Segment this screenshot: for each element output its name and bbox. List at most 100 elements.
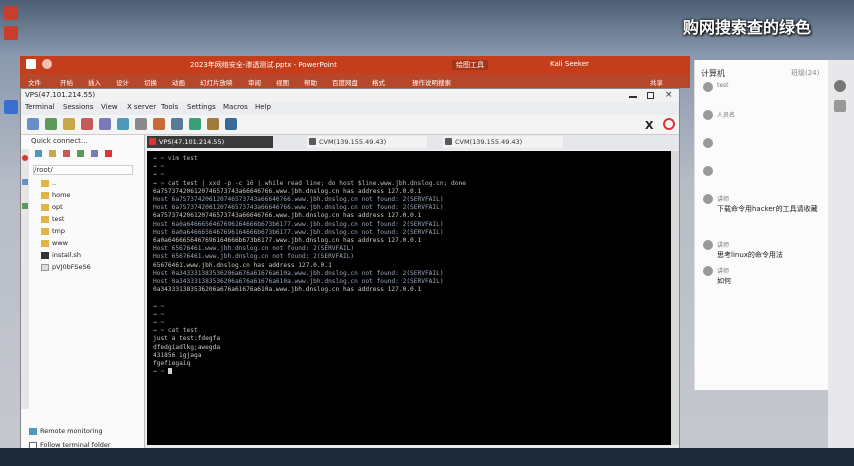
remote-monitoring-toggle[interactable]: Remote monitoring	[29, 427, 141, 438]
xserver-icon[interactable]: X	[645, 119, 653, 132]
file-row[interactable]: install.sh	[41, 251, 141, 262]
file-row[interactable]: opt	[41, 203, 141, 214]
quick-connect-input[interactable]: Quick connect...	[31, 137, 91, 147]
user-name[interactable]: Kali Seeker	[550, 60, 589, 68]
download-icon[interactable]	[63, 150, 70, 157]
menu-transitions[interactable]: 切换	[144, 77, 157, 87]
desktop-app-icon[interactable]	[4, 26, 18, 40]
menu-design[interactable]: 设计	[116, 77, 129, 87]
file-row[interactable]: pVJ0bFSeS6	[41, 263, 141, 274]
terminal-line: 431856 igjaga	[153, 351, 202, 359]
upload-icon[interactable]	[49, 150, 56, 157]
search-box[interactable]: 操作说明搜索	[412, 77, 451, 87]
split-icon[interactable]	[135, 118, 147, 130]
tunneling-icon[interactable]	[171, 118, 183, 130]
minimize-icon[interactable]	[629, 96, 637, 98]
file-row[interactable]: home	[41, 191, 141, 202]
menu-view[interactable]: View	[101, 103, 118, 111]
tab-label: CVM(139.155.49.43)	[319, 138, 387, 146]
file-name: test	[52, 215, 65, 223]
terminal-line: Host 65676461.www.jbh.dnslog.cn not foun…	[153, 253, 355, 261]
settings-icon[interactable]	[834, 100, 846, 112]
session-tabs: VPS(47.101.214.55) CVM(139.155.49.43) CV…	[147, 135, 679, 149]
new-folder-icon[interactable]	[77, 150, 84, 157]
menu-insert[interactable]: 插入	[88, 77, 101, 87]
folder-icon	[41, 179, 49, 187]
help-icon[interactable]	[225, 118, 237, 130]
terminal-icon	[445, 138, 452, 145]
menu-view[interactable]: 视图	[276, 77, 289, 87]
sftp-sidebar: Quick connect... /root/ .. home opt test…	[21, 135, 145, 461]
menu-slideshow[interactable]: 幻灯片放映	[200, 77, 233, 87]
folder-icon	[41, 239, 49, 247]
servers-icon[interactable]	[45, 118, 57, 130]
undo-icon[interactable]	[42, 59, 52, 69]
avatar	[703, 240, 713, 250]
tools-icon[interactable]	[63, 118, 75, 130]
menu-animations[interactable]: 动画	[172, 77, 185, 87]
packages-icon[interactable]	[189, 118, 201, 130]
menu-review[interactable]: 审阅	[248, 77, 261, 87]
new-file-icon[interactable]	[91, 150, 98, 157]
folder-icon	[41, 227, 49, 235]
games-icon[interactable]	[81, 118, 93, 130]
share-button[interactable]: 共享	[650, 77, 663, 87]
sessions-icon[interactable]	[99, 118, 111, 130]
remote-monitoring-label: Remote monitoring	[40, 427, 103, 435]
terminal-screen[interactable]: → ~ vim test → ~ → ~ → ~ cat test | xxd -p …	[147, 151, 671, 445]
menu-sessions[interactable]: Sessions	[63, 103, 93, 111]
exit-icon[interactable]	[663, 118, 675, 130]
desktop-app-icon[interactable]	[4, 100, 18, 114]
file-row[interactable]: ..	[41, 179, 141, 190]
menu-home[interactable]: 开始	[60, 77, 73, 87]
terminal-line: → ~ cat test	[153, 327, 198, 335]
chat-panel: 计算机 班级(24) test 人员名 讲师 下载命令用hacker的工具请收藏…	[694, 60, 828, 390]
terminal-line: just a test:fdegfa	[153, 335, 221, 343]
path-field[interactable]: /root/	[33, 165, 133, 175]
menu-terminal[interactable]: Terminal	[25, 103, 55, 111]
chat-message: 讲师 思考linux的命令用法	[703, 240, 825, 264]
menu-tools[interactable]: Tools	[161, 103, 178, 111]
sftp-icon[interactable]	[22, 179, 28, 185]
tab-cvm-1[interactable]: CVM(139.155.49.43)	[307, 136, 427, 148]
view-icon[interactable]	[117, 118, 129, 130]
desktop-app-icon[interactable]	[4, 6, 18, 20]
terminal-line: Host 6a757374206120746573743a66646766.ww…	[153, 204, 444, 212]
tab-cvm-2[interactable]: CVM(139.155.49.43)	[443, 136, 563, 148]
terminal-line: → ~	[153, 171, 165, 179]
menu-settings[interactable]: Settings	[187, 103, 216, 111]
menu-xserver[interactable]: X server	[127, 103, 156, 111]
session-icon[interactable]	[27, 118, 39, 130]
sidebar-vertical-tabs	[21, 149, 29, 409]
tools-icon[interactable]	[22, 203, 28, 209]
terminal-icon	[149, 138, 156, 145]
menu-macros[interactable]: Macros	[223, 103, 248, 111]
avatar	[703, 194, 713, 204]
terminal-line: 6a0a6466656467696164666b673b6177.www.jbh…	[153, 237, 422, 244]
file-row[interactable]: tmp	[41, 227, 141, 238]
tab-vps[interactable]: VPS(47.101.214.55)	[147, 136, 273, 148]
drawing-tools-tab[interactable]: 绘图工具	[452, 60, 488, 70]
multiexec-icon[interactable]	[153, 118, 165, 130]
refresh-icon[interactable]	[35, 150, 42, 157]
file-row[interactable]: test	[41, 215, 141, 226]
menu-help[interactable]: 帮助	[304, 77, 317, 87]
menu-help[interactable]: Help	[255, 103, 271, 111]
file-row[interactable]: www	[41, 239, 141, 250]
menu-file[interactable]: 文件	[28, 77, 41, 87]
maximize-icon[interactable]	[647, 92, 654, 99]
mobaxterm-menubar: Terminal Sessions View X server Tools Se…	[21, 102, 679, 114]
settings-icon[interactable]	[207, 118, 219, 130]
menu-format[interactable]: 格式	[372, 77, 385, 87]
close-icon[interactable]: ×	[665, 90, 673, 100]
save-icon[interactable]	[26, 59, 36, 69]
avatar	[703, 166, 713, 176]
chat-subtitle: 班级(24)	[791, 69, 820, 77]
file-name: opt	[52, 203, 63, 211]
delete-icon[interactable]	[105, 150, 112, 157]
avatar-icon[interactable]	[834, 80, 846, 92]
video-watermark: 购网搜索查的绿色	[682, 18, 811, 37]
file-name: tmp	[52, 227, 66, 235]
terminal-scrollbar[interactable]	[671, 151, 679, 445]
menu-baidu-netdisk[interactable]: 百度网盘	[332, 77, 358, 87]
